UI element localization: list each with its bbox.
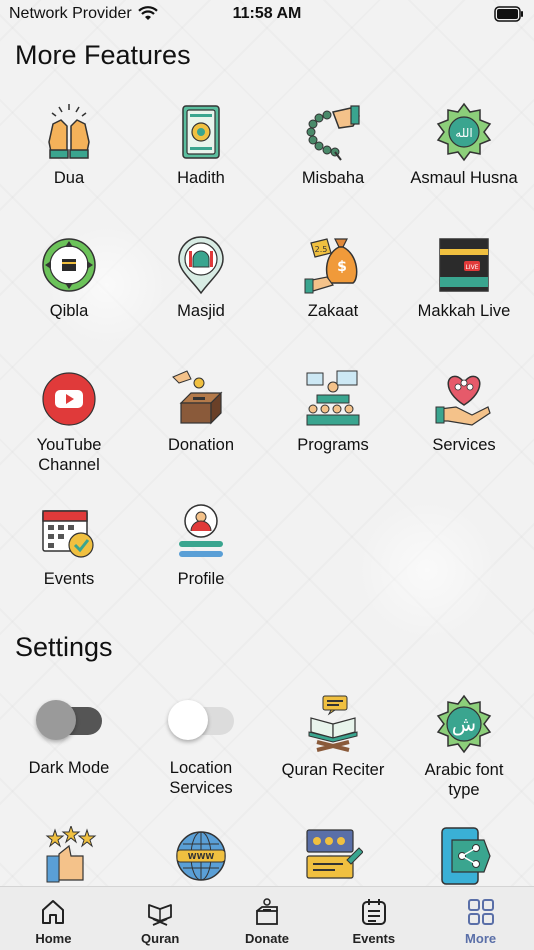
feature-label: Masjid (177, 302, 225, 320)
setting-label: Quran Reciter (281, 761, 385, 779)
tab-label: Events (352, 931, 396, 946)
prayer-beads-icon (306, 105, 360, 161)
feature-label: Programs (297, 436, 369, 454)
compass-icon (42, 238, 96, 292)
setting-dark-mode: Dark Mode (3, 700, 135, 778)
features-title: More Features (15, 40, 191, 70)
feature-masjid[interactable]: Masjid (135, 235, 267, 321)
book-icon (182, 105, 220, 159)
kaaba-icon: LIVE (439, 238, 489, 292)
tab-home[interactable]: Home (0, 887, 107, 950)
more-grid-icon (467, 899, 494, 925)
feature-label: Profile (177, 570, 225, 588)
feature-label: Events (43, 570, 95, 588)
share-app-icon (441, 827, 491, 885)
feature-label: Makkah Live (417, 302, 511, 320)
location-toggle[interactable] (168, 700, 234, 740)
feature-profile[interactable]: Profile (135, 503, 267, 589)
feedback-icon (306, 829, 363, 879)
donation-box-icon (172, 370, 223, 425)
svg-text:LIVE: LIVE (465, 264, 478, 271)
feature-label: Qibla (49, 302, 89, 320)
toggle-knob (36, 700, 76, 740)
youtube-icon (42, 372, 96, 426)
arabic-letter-icon: ش (436, 694, 492, 754)
profile-icon (179, 504, 223, 557)
events-icon (361, 899, 386, 925)
feature-services[interactable]: Services (398, 369, 530, 455)
setting-website[interactable]: WWW (135, 826, 267, 886)
setting-label: Dark Mode (28, 759, 110, 777)
tab-bar: Home Quran Donate Events More (0, 886, 534, 950)
feature-makkah-live[interactable]: LIVE Makkah Live (398, 235, 530, 321)
allah-calligraphy-icon: الله (436, 102, 492, 162)
feature-label: YouTube Channel (36, 436, 102, 474)
feature-label: Misbaha (301, 169, 365, 187)
svg-text:WWW: WWW (188, 852, 215, 861)
setting-rate-app[interactable] (3, 826, 135, 886)
tab-label: Quran (141, 931, 180, 946)
quran-icon (148, 904, 173, 926)
feature-misbaha[interactable]: Misbaha (267, 102, 399, 188)
feature-dua[interactable]: Dua (3, 102, 135, 188)
calendar-check-icon (42, 510, 94, 558)
setting-label: Arabic font type (424, 761, 504, 799)
feature-zakaat[interactable]: 2.5 $ Zakaat (267, 235, 399, 321)
setting-location-services: Location Services (135, 700, 267, 798)
setting-feedback[interactable] (267, 826, 399, 886)
settings-title: Settings (15, 632, 113, 662)
tab-more[interactable]: More (427, 887, 534, 950)
feature-hadith[interactable]: Hadith (135, 102, 267, 188)
feature-programs[interactable]: Programs (267, 369, 399, 455)
money-bag-icon: 2.5 $ (304, 238, 358, 294)
setting-arabic-font[interactable]: ش Arabic font type (398, 694, 530, 800)
feature-events[interactable]: Events (3, 503, 135, 589)
tab-label: Donate (244, 931, 290, 946)
setting-label: Location Services (169, 759, 233, 797)
heart-hand-icon (435, 375, 491, 426)
svg-text:ش: ش (452, 712, 476, 736)
svg-text:$: $ (337, 259, 347, 275)
setting-quran-reciter[interactable]: Quran Reciter (267, 694, 399, 780)
quran-stand-icon (308, 695, 358, 752)
setting-share-app[interactable] (398, 826, 530, 886)
praying-hands-icon (48, 104, 90, 159)
feature-label: Dua (53, 169, 85, 187)
feature-label: Asmaul Husna (410, 169, 518, 187)
home-icon (42, 900, 65, 924)
feature-donation[interactable]: Donation (135, 369, 267, 455)
donate-icon (256, 898, 278, 925)
mosque-pin-icon (178, 236, 224, 295)
feature-qibla[interactable]: Qibla (3, 235, 135, 321)
feature-asmaul-husna[interactable]: الله Asmaul Husna (398, 102, 530, 188)
feature-label: Hadith (177, 169, 225, 187)
tab-events[interactable]: Events (320, 887, 427, 950)
dark-mode-toggle[interactable] (36, 700, 102, 740)
feature-label: Services (432, 436, 496, 454)
website-icon: WWW (176, 831, 226, 881)
toggle-knob (168, 700, 208, 740)
tab-donate[interactable]: Donate (214, 887, 321, 950)
battery-icon (494, 6, 524, 27)
rate-app-icon (45, 826, 97, 883)
svg-text:2.5: 2.5 (315, 245, 328, 254)
status-time: 11:58 AM (232, 5, 302, 22)
audience-icon (306, 370, 360, 426)
tab-quran[interactable]: Quran (107, 887, 214, 950)
feature-youtube-channel[interactable]: YouTube Channel (3, 369, 135, 475)
svg-text:الله: الله (455, 126, 472, 140)
tab-label: Home (35, 931, 72, 946)
feature-label: Donation (167, 436, 235, 454)
feature-label: Zakaat (307, 302, 359, 320)
tab-label: More (465, 931, 497, 946)
status-bar: Network Provider 11:58 AM (0, 0, 534, 28)
